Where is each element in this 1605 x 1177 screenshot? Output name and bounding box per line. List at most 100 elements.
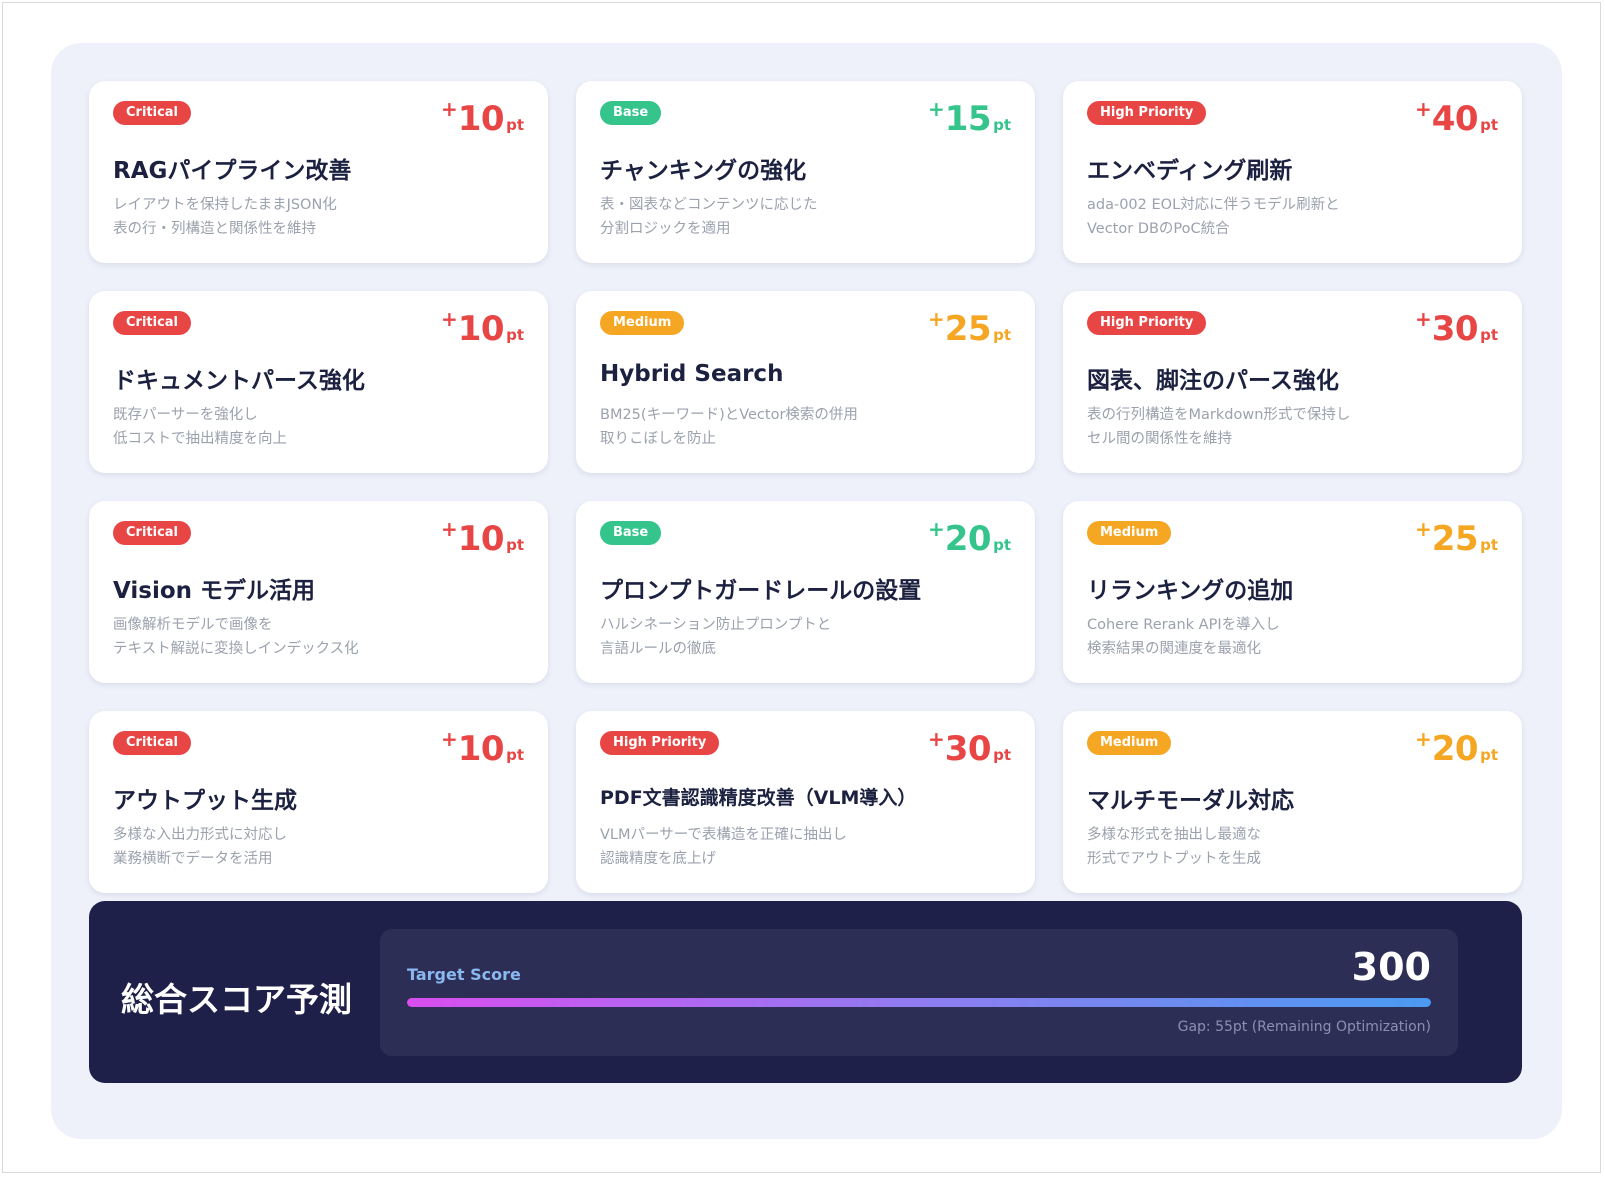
improvement-card-grid: Critical +10 pt RAGパイプライン改善 レイアウトを保持したままJSON…	[89, 81, 1522, 893]
points-value: +25 pt	[1415, 519, 1498, 556]
points-unit: pt	[1480, 536, 1498, 554]
priority-badge: Critical	[113, 101, 192, 125]
description-line: Vector DBのPoC統合	[1087, 221, 1230, 237]
description-line: 表・図表などコンテンツに応じた	[600, 197, 818, 213]
target-score-box: Target Score 300 Gap: 55pt (Remaining Op…	[380, 929, 1458, 1056]
points-sign: +	[440, 97, 458, 121]
description-line: 多様な入出力形式に対応し	[113, 827, 287, 843]
priority-badge: Medium	[600, 311, 685, 335]
card-description: 多様な入出力形式に対応し 業務横断でデータを活用	[113, 823, 528, 871]
points-unit: pt	[993, 116, 1011, 134]
points-number: 30	[944, 729, 992, 769]
description-line: 既存パーサーを強化し	[113, 407, 258, 423]
description-line: レイアウトを保持したままJSON化	[113, 197, 337, 213]
points-number: 10	[457, 519, 505, 559]
card-title: リランキングの追加	[1087, 578, 1294, 604]
description-line: Cohere Rerank APIを導入し	[1087, 617, 1280, 633]
improvement-card: Base +20 pt プロンプトガードレールの設置 ハルシネーション防止プロンプトと言…	[576, 501, 1035, 683]
improvement-card: Critical +10 pt Vision モデル活用画像解析モデルで画像をテキスト…	[89, 501, 548, 683]
description-line: ada-002 EOL対応に伴うモデル刷新と	[1087, 197, 1340, 213]
points-sign: +	[1414, 517, 1432, 541]
points-unit: pt	[506, 326, 524, 344]
description-line: 画像解析モデルで画像を	[113, 617, 273, 633]
description-line: セル間の関係性を維持	[1087, 431, 1232, 447]
improvement-card: Base +15 pt チャンキングの強化表・図表などコンテンツに応じた 分割ロジックを…	[576, 81, 1035, 263]
priority-badge: Critical	[113, 731, 192, 755]
score-progress-fill	[407, 998, 1431, 1007]
description-line: 言語ルールの徹底	[600, 641, 716, 657]
description-line: 表の行列構造をMarkdown形式で保持し	[1087, 407, 1351, 423]
priority-badge: High Priority	[600, 731, 720, 755]
priority-badge: Medium	[1087, 521, 1172, 545]
card-title: エンベディング刷新	[1087, 158, 1293, 184]
card-title: Hybrid Search	[600, 361, 784, 387]
priority-badge: Critical	[113, 311, 192, 335]
improvement-card: Medium +25 pt Hybrid Search BM25(キーワード)とVect…	[576, 291, 1035, 473]
summary-title: 総合スコア予測	[121, 980, 352, 1019]
description-line: 取りこぼしを防止	[600, 431, 716, 447]
points-value: +10 pt	[441, 729, 524, 766]
description-line: テキスト解説に変換しインデックス化	[113, 641, 359, 657]
priority-badge: High Priority	[1087, 101, 1207, 125]
description-line: 低コストで抽出精度を向上	[113, 431, 287, 447]
card-description: 多様な形式を抽出し最適な 形式でアウトプットを生成	[1087, 823, 1502, 871]
card-description: BM25(キーワード)とVector検索の併用 取りこぼしを防止	[600, 403, 1015, 451]
description-line: 分割ロジックを適用	[600, 221, 731, 237]
improvement-card: Critical +10 pt ドキュメントパース強化既存パーサーを強化し低コストで抽…	[89, 291, 548, 473]
card-title: マルチモーダル対応	[1087, 788, 1294, 814]
points-unit: pt	[1480, 326, 1498, 344]
points-sign: +	[927, 307, 945, 331]
points-value: +40 pt	[1415, 99, 1498, 136]
points-unit: pt	[993, 746, 1011, 764]
card-title: ドキュメントパース強化	[113, 368, 365, 394]
points-unit: pt	[993, 326, 1011, 344]
dashboard-panel: Critical +10 pt RAGパイプライン改善 レイアウトを保持したままJSON…	[51, 43, 1562, 1139]
points-unit: pt	[506, 116, 524, 134]
card-description: ada-002 EOL対応に伴うモデル刷新と Vector DBのPoC統合	[1087, 193, 1502, 241]
card-description: 表の行列構造をMarkdown形式で保持し セル間の関係性を維持	[1087, 403, 1502, 451]
card-title: チャンキングの強化	[600, 158, 807, 184]
points-sign: +	[927, 727, 945, 751]
improvement-card: High Priority +30 pt PDF文書認識精度改善（VLM導入） VLMパ…	[576, 711, 1035, 893]
points-value: +30 pt	[1415, 309, 1498, 346]
points-number: 25	[1431, 519, 1479, 559]
description-line: VLMパーサーで表構造を正確に抽出し	[600, 827, 847, 843]
points-sign: +	[1414, 727, 1432, 751]
description-line: 業務横断でデータを活用	[113, 851, 273, 867]
points-value: +10 pt	[441, 99, 524, 136]
points-sign: +	[440, 727, 458, 751]
points-sign: +	[440, 307, 458, 331]
points-number: 30	[1431, 309, 1479, 349]
target-score-label: Target Score	[407, 965, 521, 984]
window-frame: Critical +10 pt RAGパイプライン改善 レイアウトを保持したままJSON…	[2, 2, 1601, 1173]
priority-badge: Base	[600, 521, 662, 545]
card-description: 表・図表などコンテンツに応じた 分割ロジックを適用	[600, 193, 1015, 241]
description-line: 検索結果の関連度を最適化	[1087, 641, 1261, 657]
improvement-card: High Priority +30 pt 図表、脚注のパース強化 表の行列構造をMark…	[1063, 291, 1522, 473]
points-unit: pt	[1480, 116, 1498, 134]
points-value: +10 pt	[441, 519, 524, 556]
improvement-card: Medium +20 pt マルチモーダル対応 多様な形式を抽出し最適な 形式でアウトプッ…	[1063, 711, 1522, 893]
card-title: PDF文書認識精度改善（VLM導入）	[600, 787, 917, 809]
points-number: 20	[1431, 729, 1479, 769]
points-value: +30 pt	[928, 729, 1011, 766]
card-title: Vision モデル活用	[113, 578, 316, 604]
card-description: レイアウトを保持したままJSON化 表の行・列構造と関係性を維持	[113, 193, 528, 241]
points-value: +15 pt	[928, 99, 1011, 136]
points-sign: +	[440, 517, 458, 541]
points-number: 15	[944, 99, 992, 139]
priority-badge: Base	[600, 101, 662, 125]
priority-badge: Critical	[113, 521, 192, 545]
points-value: +10 pt	[441, 309, 524, 346]
points-number: 25	[944, 309, 992, 349]
score-summary: 総合スコア予測 Target Score 300 Gap: 55pt (Rema…	[89, 901, 1522, 1083]
card-description: 既存パーサーを強化し低コストで抽出精度を向上	[113, 403, 528, 451]
points-number: 10	[457, 729, 505, 769]
gap-text: Gap: 55pt (Remaining Optimization)	[1177, 1019, 1431, 1035]
points-number: 10	[457, 309, 505, 349]
points-unit: pt	[506, 536, 524, 554]
points-value: +25 pt	[928, 309, 1011, 346]
points-unit: pt	[1480, 746, 1498, 764]
priority-badge: High Priority	[1087, 311, 1207, 335]
card-description: 画像解析モデルで画像をテキスト解説に変換しインデックス化	[113, 613, 528, 661]
